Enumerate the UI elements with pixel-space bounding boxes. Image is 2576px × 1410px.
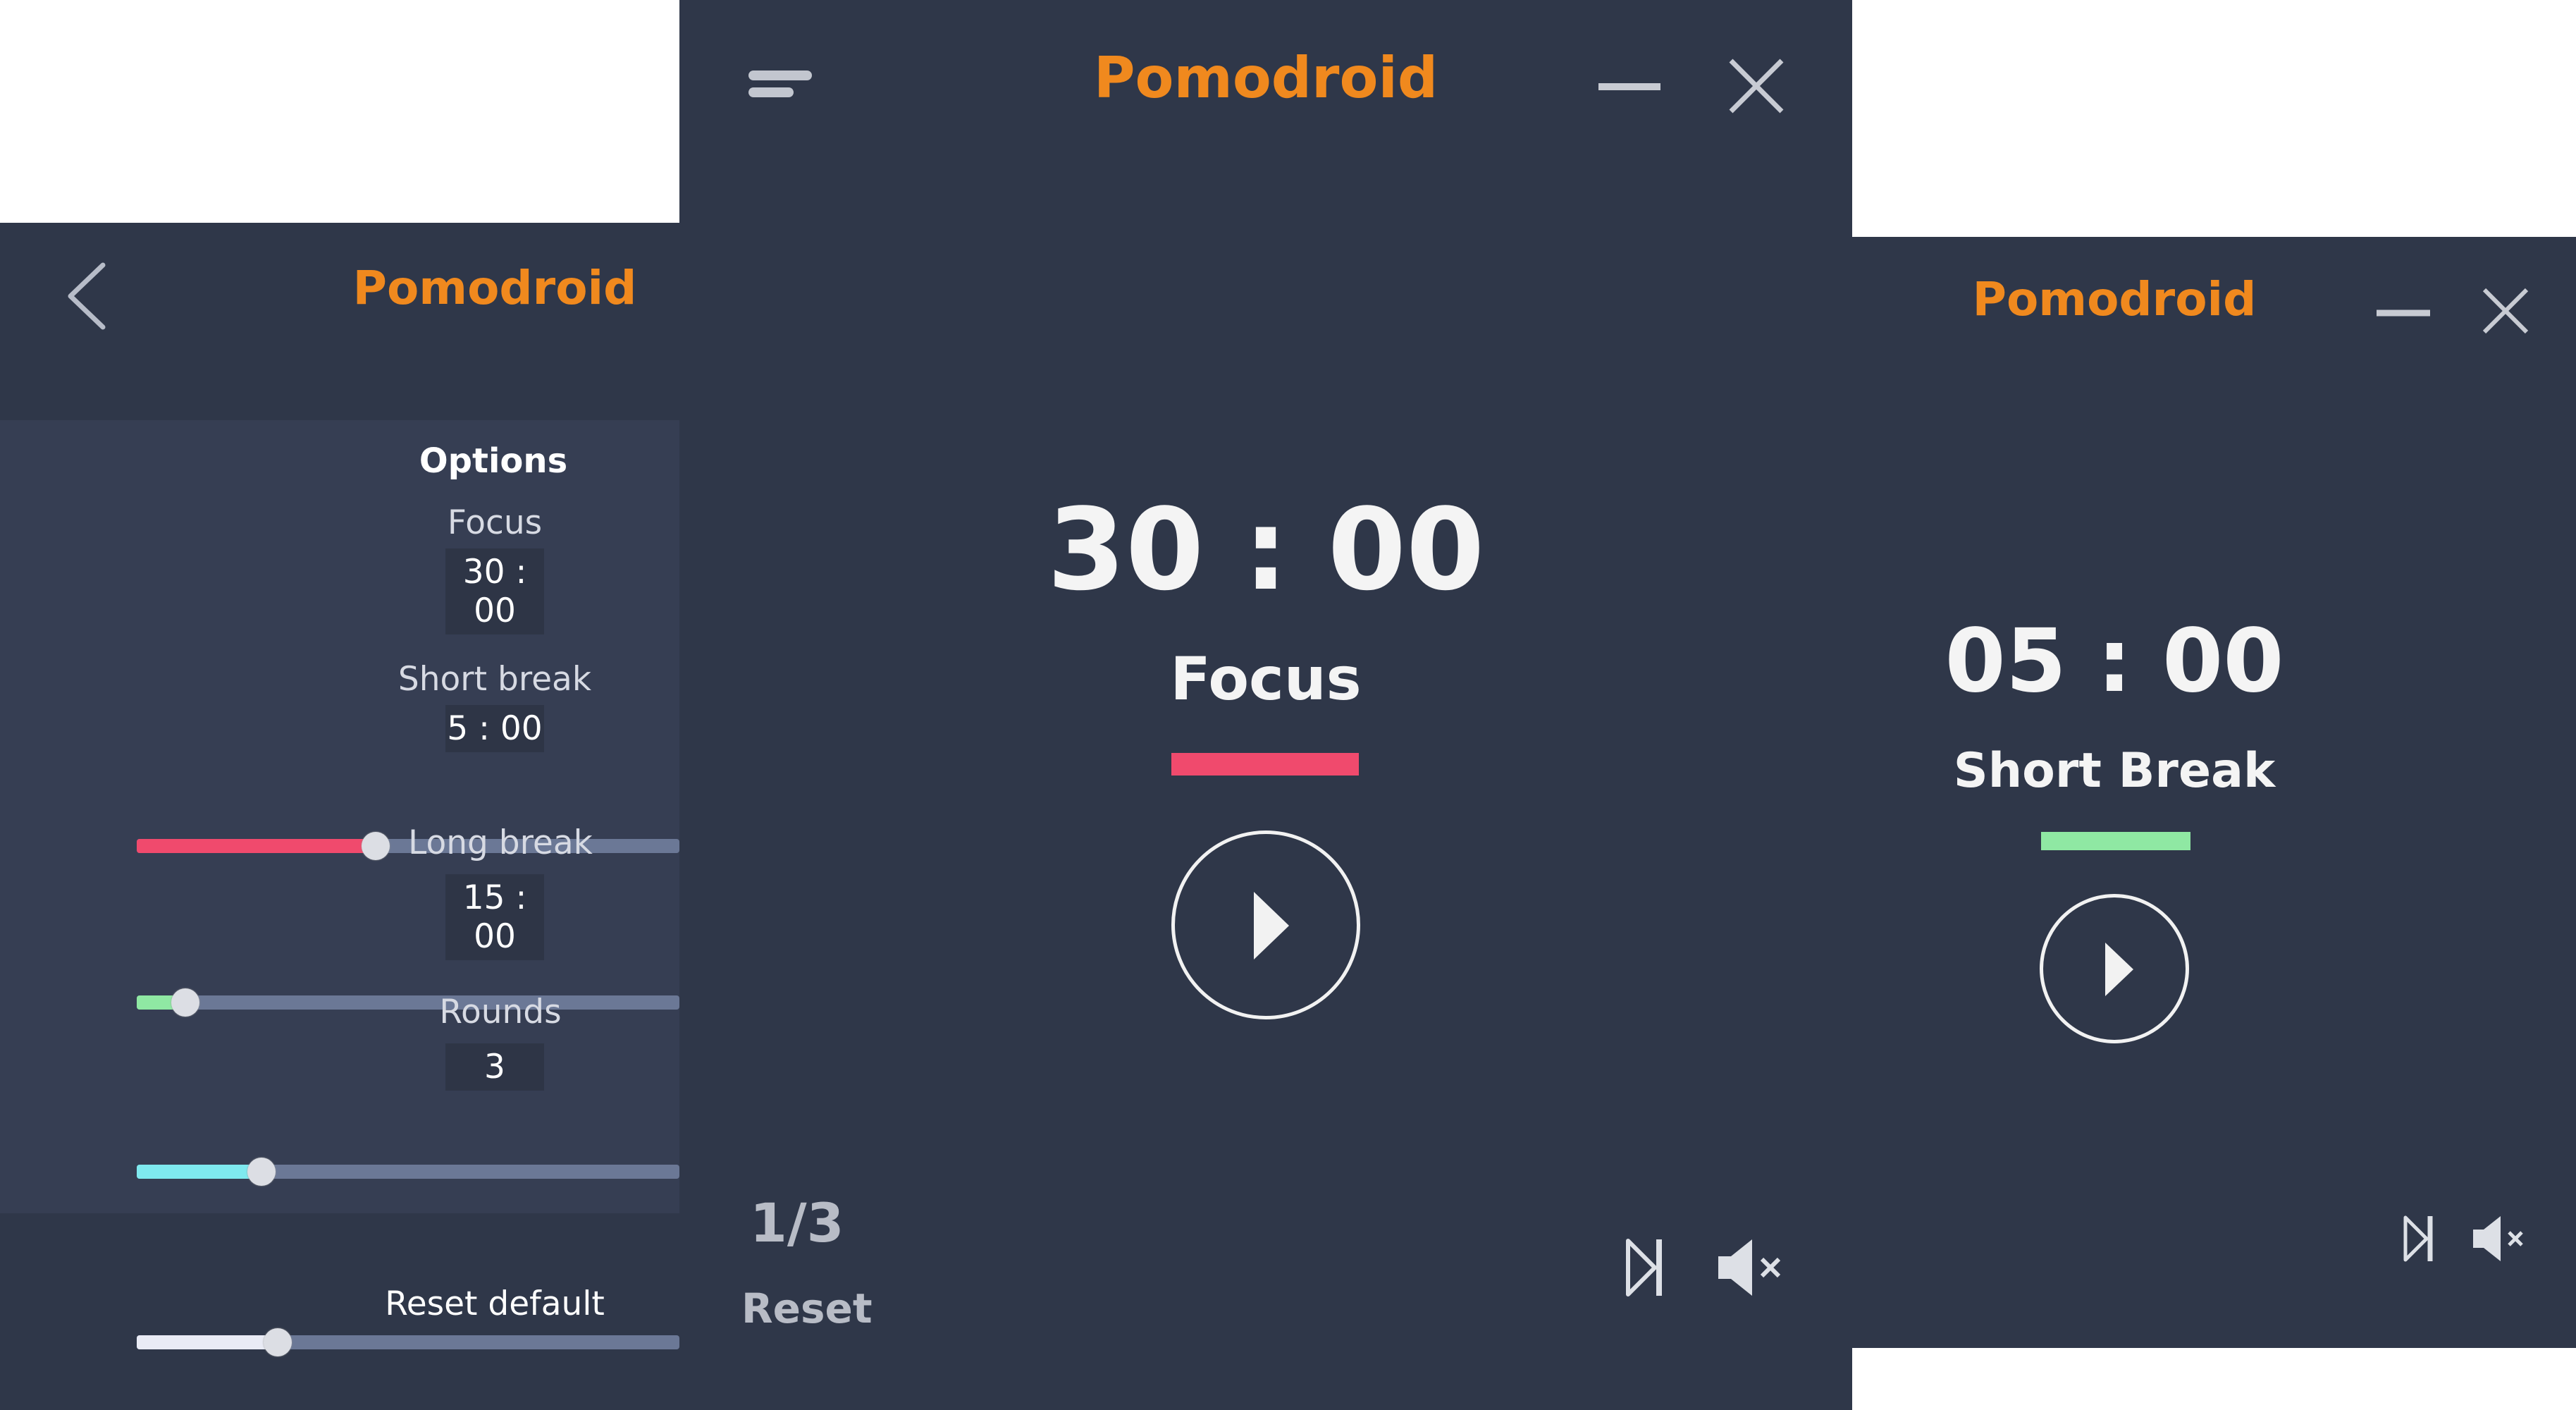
- skip-icon[interactable]: [2402, 1214, 2436, 1263]
- long-break-value: 15 : 00: [445, 874, 544, 960]
- focus-label: Focus: [447, 503, 543, 542]
- short-break-slider-thumb[interactable]: [171, 988, 200, 1017]
- timer-display: 30 : 00: [1047, 484, 1485, 615]
- options-heading: Options: [419, 441, 568, 481]
- menu-icon[interactable]: [746, 65, 816, 104]
- play-icon: [1254, 892, 1289, 960]
- app-title: Pomodroid: [1972, 272, 2257, 326]
- mode-color-bar: [2041, 832, 2190, 850]
- play-button[interactable]: [2040, 894, 2189, 1043]
- round-counter: 1/3: [750, 1191, 844, 1254]
- rounds-slider[interactable]: [137, 1328, 679, 1356]
- short-break-label: Short break: [398, 660, 592, 699]
- close-icon[interactable]: [2481, 286, 2530, 336]
- long-break-slider-fill: [137, 1165, 262, 1179]
- focus-value: 30 : 00: [445, 548, 544, 634]
- app-title: Pomodroid: [1093, 45, 1438, 111]
- short-break-window: Pomodroid 05 : 00 Short Break: [1852, 237, 2576, 1348]
- reset-default-button[interactable]: Reset default: [385, 1285, 605, 1323]
- focus-slider-fill: [137, 839, 376, 853]
- app-title: Pomodroid: [352, 261, 637, 315]
- mode-color-bar: [1171, 753, 1359, 776]
- short-break-value: 5 : 00: [445, 705, 544, 752]
- focus-slider-thumb[interactable]: [361, 832, 390, 860]
- main-window: Pomodroid 30 : 00 Focus 1/3 Reset: [679, 0, 1852, 1410]
- rounds-value: 3: [445, 1043, 544, 1091]
- rounds-label: Rounds: [439, 993, 562, 1031]
- chevron-left-icon[interactable]: [62, 261, 111, 331]
- close-icon[interactable]: [1727, 56, 1786, 116]
- reset-button[interactable]: Reset: [741, 1285, 873, 1332]
- mute-icon[interactable]: [1715, 1237, 1793, 1299]
- timer-display: 05 : 00: [1945, 611, 2284, 712]
- skip-icon[interactable]: [1624, 1237, 1666, 1299]
- short-break-slider[interactable]: [137, 988, 679, 1017]
- options-panel: Options Focus 30 : 00 Short break 5 : 00…: [0, 420, 679, 1356]
- rounds-slider-thumb[interactable]: [264, 1328, 292, 1356]
- play-icon: [2105, 943, 2133, 996]
- long-break-slider-thumb[interactable]: [247, 1158, 276, 1186]
- options-window: Pomodroid Options Focus 30 : 00 Short br…: [0, 223, 679, 1410]
- long-break-slider[interactable]: [137, 1158, 679, 1186]
- mode-label: Focus: [1170, 644, 1362, 713]
- minimize-icon[interactable]: [1596, 76, 1663, 97]
- mute-icon[interactable]: [2471, 1214, 2534, 1263]
- mode-label: Short Break: [1953, 743, 2276, 799]
- long-break-label: Long break: [408, 823, 593, 862]
- minimize-icon[interactable]: [2375, 305, 2432, 321]
- play-button[interactable]: [1171, 830, 1360, 1019]
- rounds-slider-fill: [137, 1335, 278, 1349]
